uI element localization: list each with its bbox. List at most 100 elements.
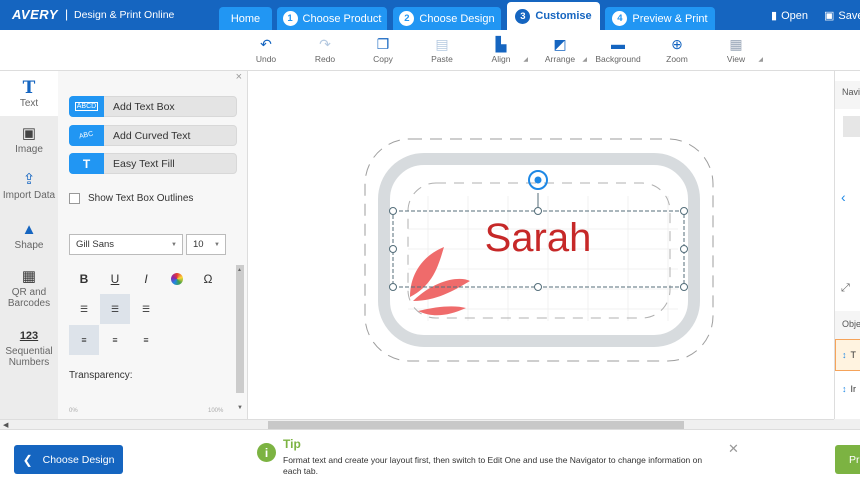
transparency-max: 100%: [208, 408, 224, 414]
align-dropdown-icon: ◢: [523, 57, 528, 63]
tip-title: Tip: [283, 437, 301, 451]
background-icon: ▬: [611, 36, 625, 52]
add-text-box-button[interactable]: ABCD Add Text Box: [69, 96, 237, 117]
align-icon: ▙: [495, 36, 507, 52]
sidebar-item-sequential-numbers[interactable]: 123 Sequential Numbers: [0, 318, 58, 419]
scrollbar-thumb[interactable]: [268, 421, 684, 429]
panel-scrollbar[interactable]: [236, 265, 244, 393]
grid-icon: ▦: [729, 36, 743, 52]
align-center-icon: ☰: [110, 303, 120, 314]
special-characters-button[interactable]: Ω: [193, 264, 223, 294]
tab-preview-print[interactable]: 4 Preview & Print: [605, 7, 715, 30]
choose-design-back-button[interactable]: ❮ Choose Design: [14, 445, 123, 474]
open-button[interactable]: ▮ Open: [771, 9, 808, 23]
sidebar-item-shape[interactable]: ▲ Shape: [0, 212, 58, 260]
paste-label: Paste: [431, 54, 453, 64]
close-icon[interactable]: ×: [236, 71, 242, 83]
tab-choose-product-label: Choose Product: [302, 12, 382, 25]
scroll-left-icon[interactable]: ◀: [3, 421, 8, 429]
show-outlines-checkbox[interactable]: Show Text Box Outlines: [69, 193, 193, 204]
checkbox-box[interactable]: [69, 193, 80, 204]
redo-icon: ↷: [319, 36, 331, 52]
label-preview[interactable]: Sarah: [248, 71, 834, 419]
preview-next-button[interactable]: Pr: [835, 445, 860, 474]
add-curved-text-button[interactable]: ABC Add Curved Text: [69, 125, 237, 146]
valign-bottom-button[interactable]: ≡: [131, 325, 161, 355]
easy-text-fill-label: Easy Text Fill: [113, 157, 175, 170]
navigator-panel: Navi ‹ ⤢ Obje ↕ T ↕ Ir: [834, 71, 860, 419]
valign-middle-button[interactable]: ≡: [100, 325, 130, 355]
sidebar-item-qr-barcodes-label: QR and Barcodes: [7, 287, 51, 309]
undo-label: Undo: [255, 54, 277, 64]
easy-text-fill-button[interactable]: T Easy Text Fill: [69, 153, 237, 174]
copy-label: Copy: [373, 54, 393, 64]
align-button[interactable]: ▙ Align ◢: [476, 36, 528, 64]
expand-icon[interactable]: ⤢: [841, 282, 850, 295]
tab-choose-product[interactable]: 1 Choose Product: [277, 7, 387, 30]
design-canvas[interactable]: Sarah: [248, 71, 834, 419]
step-4-badge: 4: [612, 11, 628, 26]
view-dropdown-icon: ◢: [758, 57, 763, 63]
undo-icon: ↶: [260, 36, 272, 52]
label-name-text[interactable]: Sarah: [485, 216, 592, 260]
open-file-icon: ▮: [771, 10, 778, 22]
tool-sidebar: T Text ▣ Image ⇪ Import Data ▲ Shape ▦ Q…: [0, 71, 58, 419]
copy-button[interactable]: ❐ Copy: [358, 36, 408, 64]
underline-button[interactable]: U: [100, 264, 130, 294]
edit-toolbar: ↶ Undo ↷ Redo ❐ Copy ▤ Paste ▙ Align ◢ ◩…: [0, 30, 860, 71]
font-size-value: 10: [193, 239, 204, 250]
background-button[interactable]: ▬ Background: [593, 36, 643, 64]
align-center-button[interactable]: ☰: [100, 294, 130, 324]
text-icon: T: [22, 78, 36, 98]
bold-button[interactable]: B: [69, 264, 99, 294]
tab-customise-label: Customise: [535, 10, 592, 22]
paste-button[interactable]: ▤ Paste: [417, 36, 467, 64]
align-right-button[interactable]: ☰: [131, 294, 161, 324]
add-curved-text-label: Add Curved Text: [113, 129, 191, 142]
app-window: AVERY | Design & Print Online Home 1 Cho…: [0, 0, 860, 484]
step-2-badge: 2: [399, 11, 415, 26]
font-family-select[interactable]: Gill Sans ▼: [69, 234, 183, 255]
sidebar-item-qr-barcodes[interactable]: ▦ QR and Barcodes: [0, 260, 58, 318]
sidebar-item-text-label: Text: [19, 98, 39, 109]
navigator-thumbnail[interactable]: [843, 116, 860, 137]
bottom-bar: ❮ Choose Design i Tip Format text and cr…: [0, 429, 860, 484]
rotate-handle-dot: [534, 176, 542, 184]
sidebar-item-import-data[interactable]: ⇪ Import Data: [0, 164, 58, 212]
sidebar-item-image[interactable]: ▣ Image: [0, 116, 58, 164]
canvas-horizontal-scrollbar[interactable]: ◀: [0, 419, 834, 429]
add-text-box-label: Add Text Box: [113, 100, 175, 113]
header-separator: |: [65, 7, 69, 21]
chevron-left-icon: ❮: [22, 452, 33, 467]
zoom-label: Zoom: [666, 54, 688, 64]
valign-middle-icon: ≡: [112, 335, 118, 345]
object-row-text[interactable]: ↕ T: [835, 339, 860, 371]
arrange-button[interactable]: ◩ Arrange ◢: [535, 36, 587, 64]
tab-home[interactable]: Home: [219, 7, 272, 30]
chevron-left-icon[interactable]: ‹: [841, 189, 846, 205]
align-left-button[interactable]: ☰: [69, 294, 99, 324]
tab-choose-design[interactable]: 2 Choose Design: [393, 7, 501, 30]
transparency-label: Transparency:: [69, 370, 133, 381]
tab-customise[interactable]: 3 Customise: [507, 2, 600, 30]
italic-button[interactable]: I: [131, 264, 161, 294]
object-row-image[interactable]: ↕ Ir: [835, 374, 860, 404]
scroll-down-icon[interactable]: ▼: [237, 405, 243, 411]
tip-text: Format text and create your layout first…: [283, 455, 703, 476]
text-color-button[interactable]: [162, 264, 192, 294]
redo-button[interactable]: ↷ Redo: [300, 36, 350, 64]
save-button[interactable]: ▣ Save: [824, 9, 860, 23]
font-size-select[interactable]: 10 ▼: [186, 234, 226, 255]
valign-top-button[interactable]: ≡: [69, 325, 99, 355]
align-left-icon: ☰: [79, 303, 89, 314]
arrange-dropdown-icon: ◢: [582, 57, 587, 63]
sidebar-item-text[interactable]: T Text: [0, 71, 58, 116]
scroll-up-icon[interactable]: ▲: [237, 267, 242, 273]
save-icon: ▣: [824, 10, 835, 22]
zoom-button[interactable]: ⊕ Zoom: [652, 36, 702, 64]
close-tip-icon[interactable]: ✕: [728, 441, 739, 457]
view-button[interactable]: ▦ View ◢: [711, 36, 763, 64]
sidebar-item-shape-label: Shape: [14, 240, 44, 251]
undo-button[interactable]: ↶ Undo: [241, 36, 291, 64]
copy-icon: ❐: [376, 36, 390, 52]
